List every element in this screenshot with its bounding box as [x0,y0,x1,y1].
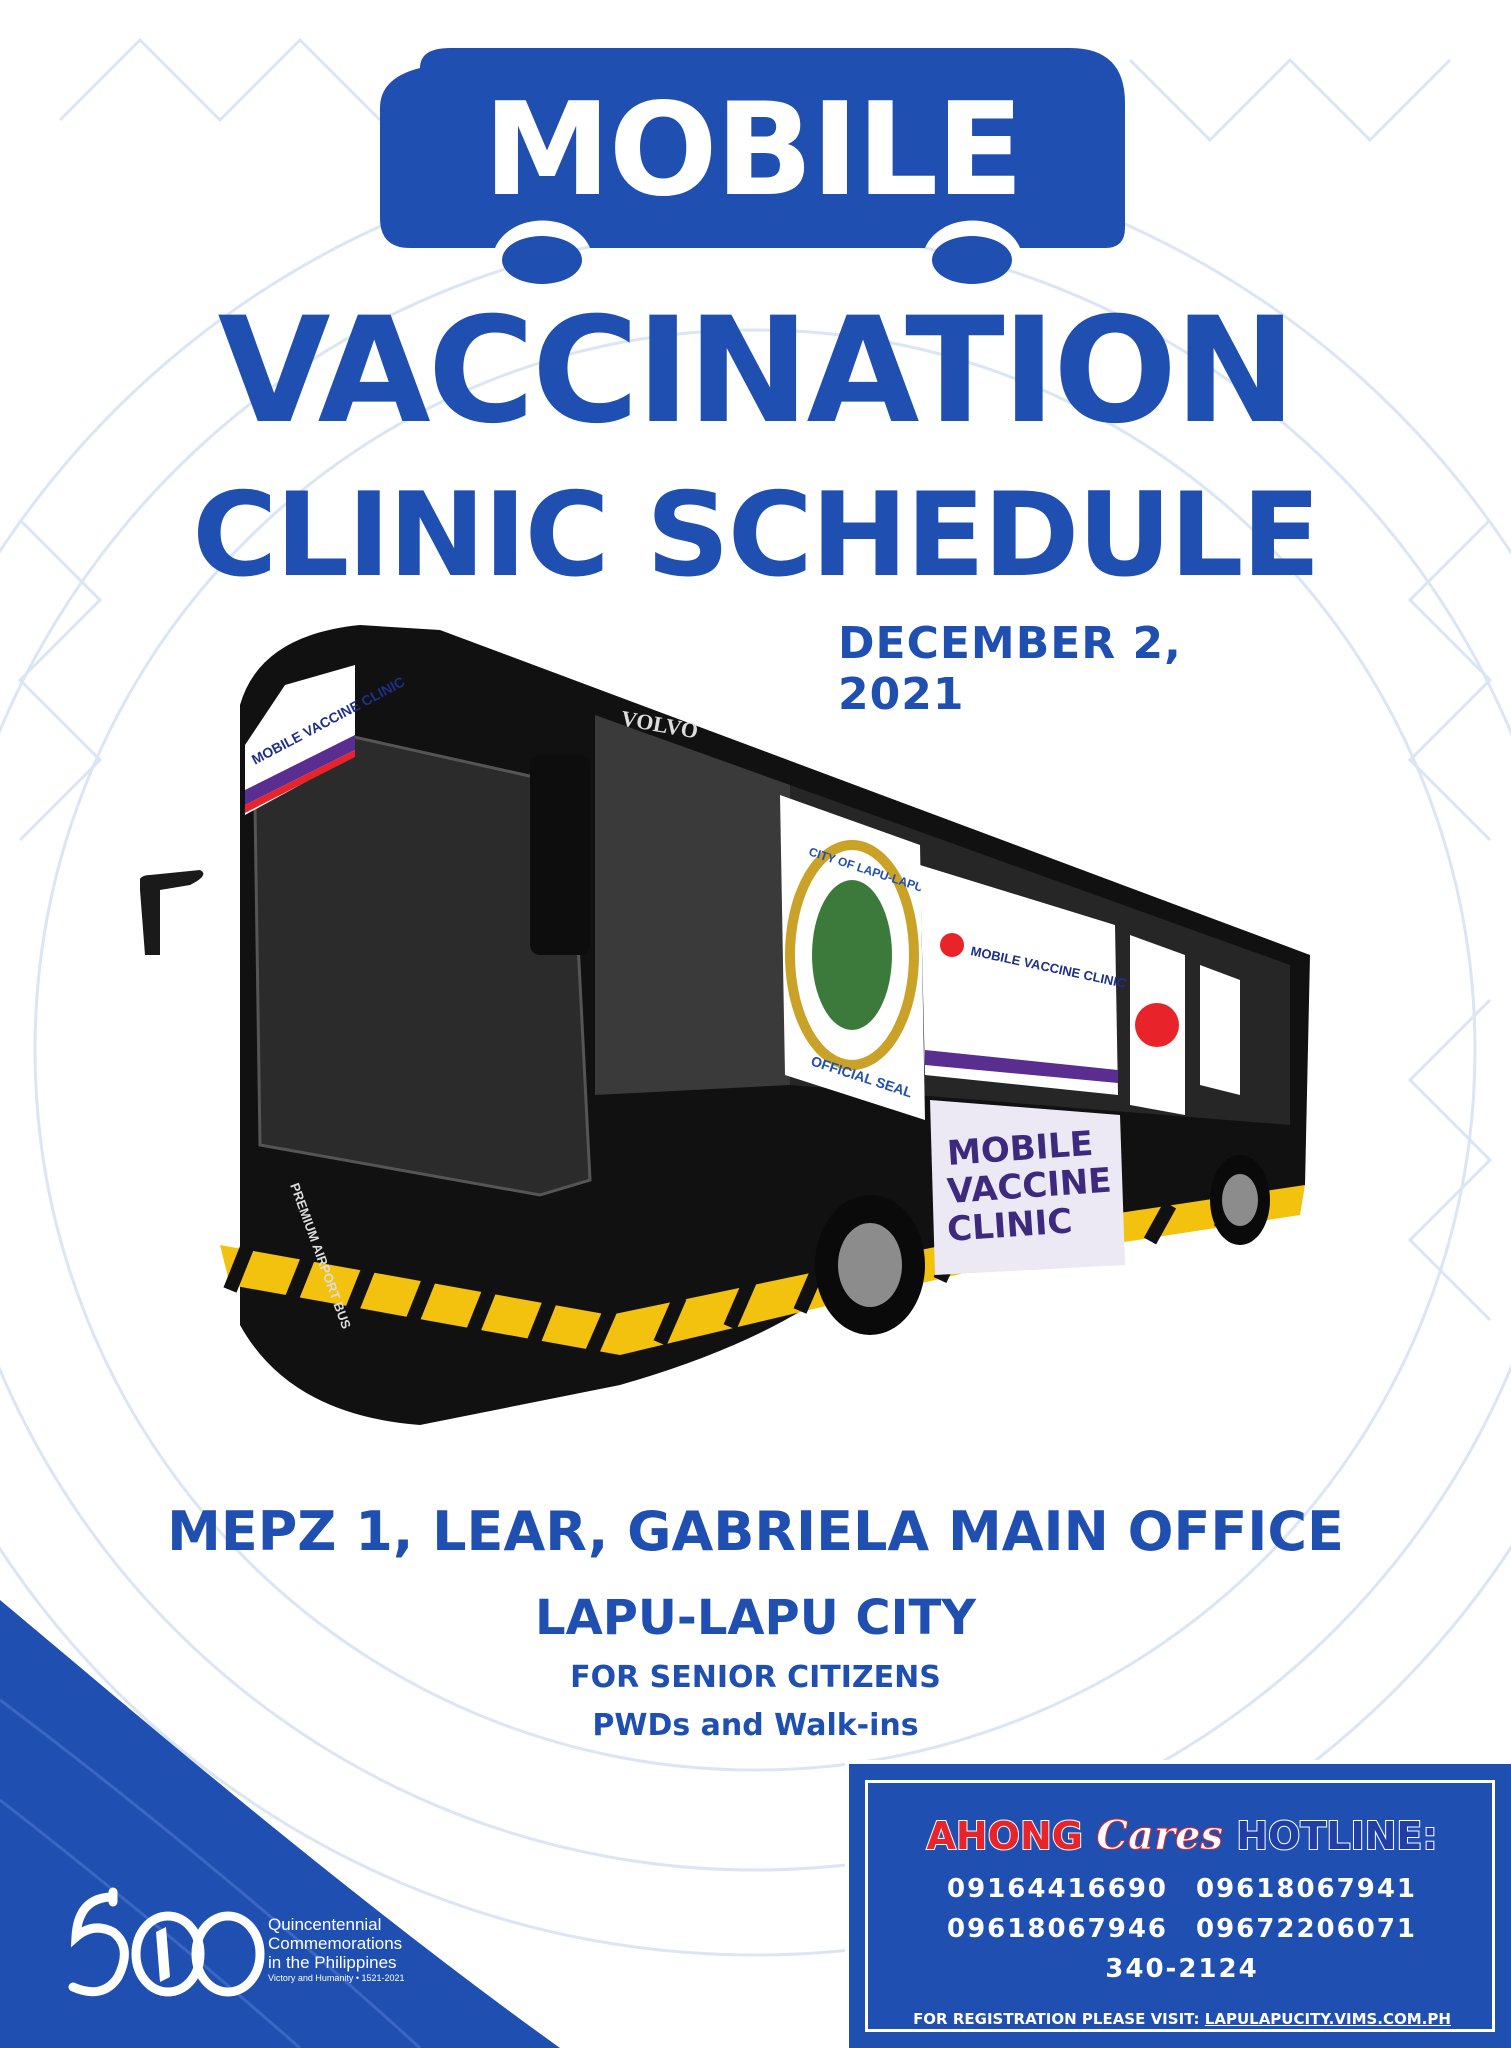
hotline-number[interactable]: 09672206071 [1196,1914,1417,1944]
location-city: LAPU-LAPU CITY [535,1590,976,1646]
location-line1: MEPZ 1, LEAR, GABRIELA MAIN OFFICE [167,1500,1344,1563]
mobile-badge: MOBILE [380,48,1125,286]
hotline-landline-row: 340-2124 [849,1954,1511,1984]
quin-tagline: Victory and Humanity • 1521-2021 [268,1973,405,1983]
hotline-title: AHONG Cares HOTLINE: [849,1812,1511,1860]
hotline-number[interactable]: 09618067941 [1196,1874,1417,1904]
quincentennial-text: Quincentennial Commemorations in the Phi… [268,1915,468,1984]
hotline-box: AHONG Cares HOTLINE: 09164416690 09618067… [845,1760,1511,2048]
registration-line: FOR REGISTRATION PLEASE VISIT: LAPULAPUC… [849,2010,1511,2028]
hotline-number[interactable]: 09164416690 [947,1874,1168,1904]
hotline-cares: Cares [1096,1812,1224,1860]
hotline-numbers-row2: 09618067946 09672206071 [849,1914,1511,1944]
hotline-numbers-row1: 09164416690 09618067941 [849,1874,1511,1904]
hotline-word: HOTLINE: [1235,1813,1438,1859]
quin-line3: in the Philippines [268,1953,397,1972]
seal-banner: CITY OF LAPU-LAPU OFFICIAL SEAL [780,795,925,1120]
hotline-landline[interactable]: 340-2124 [1105,1954,1258,1984]
audience-line2: PWDs and Walk-ins [592,1708,919,1743]
registration-link[interactable]: LAPULAPUCITY.VIMS.COM.PH [1205,2010,1451,2028]
quincentennial-500-logo-icon [68,1887,265,1997]
title-vaccination: VACCINATION [217,286,1297,456]
title-clinic-schedule: CLINIC SCHEDULE [192,468,1321,603]
bus-illustration: MOBILE VACCINE CLINIC VOLVO CITY OF LAPU… [140,625,1310,1425]
big-vaccine-banner: MOBILE VACCINE CLINIC [930,1100,1125,1275]
audience-line1: FOR SENIOR CITIZENS [570,1660,941,1695]
quin-line2: Commemorations [268,1934,403,1953]
quin-line1: Quincentennial [268,1915,382,1934]
mobile-word: MOBILE [483,76,1023,225]
hotline-ahong: AHONG [925,1813,1084,1859]
hotline-number[interactable]: 09618067946 [947,1914,1168,1944]
registration-prefix: FOR REGISTRATION PLEASE VISIT: [913,2010,1200,2028]
